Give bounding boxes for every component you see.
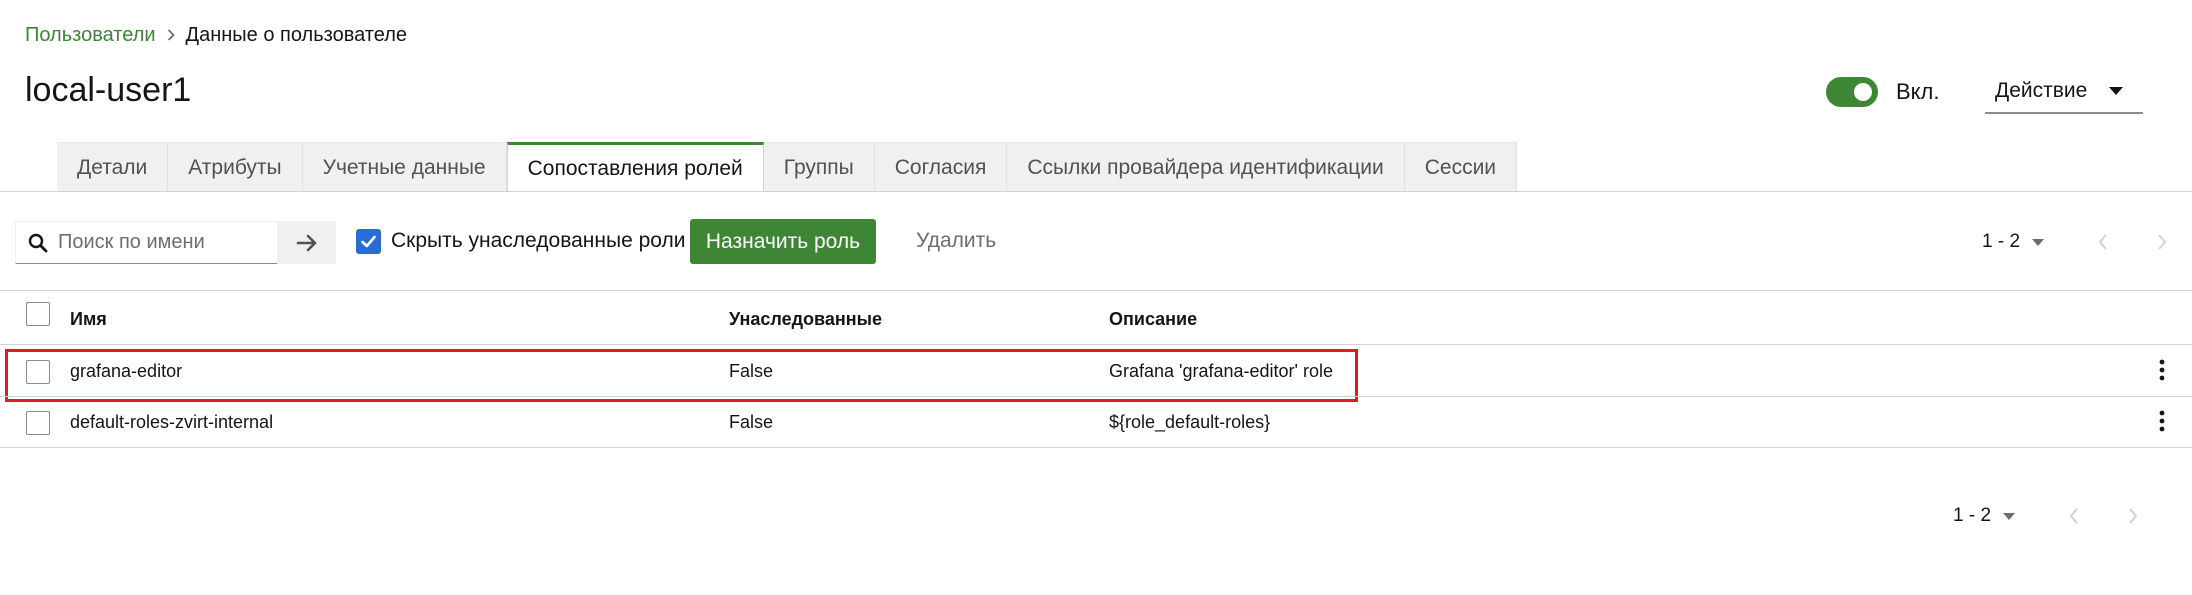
chevron-left-icon (2069, 508, 2078, 524)
tabs-divider (0, 191, 2192, 192)
tab-groups[interactable]: Группы (763, 142, 875, 192)
tab-role-mapping[interactable]: Сопоставления ролей (506, 142, 764, 192)
search-box (15, 221, 277, 264)
column-header-inherited[interactable]: Унаследованные (729, 309, 882, 330)
tab-identity-provider-links[interactable]: Ссылки провайдера идентификации (1007, 142, 1405, 192)
chevron-left-icon (2098, 234, 2107, 250)
chevron-right-icon (2129, 508, 2138, 524)
hide-inherited-checkbox[interactable] (356, 229, 381, 254)
pagination-next-button[interactable] (2152, 232, 2172, 252)
pagination-range: 1 - 2 (1953, 505, 1992, 526)
action-dropdown-label: Действие (1995, 79, 2088, 102)
tab-details[interactable]: Детали (57, 142, 169, 192)
role-description: ${role_default-roles} (1109, 412, 1271, 432)
pagination-bottom: 1 - 2 (1953, 504, 2153, 528)
row-actions-kebab-icon[interactable] (2150, 355, 2174, 385)
breadcrumb-link-users[interactable]: Пользователи (25, 24, 156, 47)
pagination-range-toggle[interactable]: 1 - 2 (1953, 505, 2016, 527)
tab-bar: Детали Атрибуты Учетные данные Сопоставл… (57, 142, 1518, 192)
arrow-right-icon (296, 234, 316, 251)
column-header-description[interactable]: Описание (1109, 309, 1197, 330)
page-title: local-user1 (25, 71, 192, 109)
enabled-label: Вкл. (1896, 79, 1940, 104)
search-input[interactable] (58, 231, 268, 254)
caret-down-icon (2032, 238, 2045, 246)
search-submit-button[interactable] (277, 221, 336, 264)
role-inherited: False (729, 412, 774, 432)
pagination-next-button[interactable] (2123, 506, 2143, 526)
row-divider (0, 396, 2192, 397)
header-divider (0, 344, 2192, 345)
chevron-right-icon (156, 21, 186, 49)
chevron-right-icon (2158, 234, 2167, 250)
tab-credentials[interactable]: Учетные данные (302, 142, 507, 192)
tab-consents[interactable]: Согласия (874, 142, 1008, 192)
caret-down-icon (2109, 87, 2123, 95)
tab-attributes[interactable]: Атрибуты (168, 142, 303, 192)
assign-role-button[interactable]: Назначить роль (690, 219, 876, 264)
check-icon (361, 235, 376, 248)
pagination-range-toggle[interactable]: 1 - 2 (1982, 231, 2045, 253)
pagination-top: 1 - 2 (1982, 230, 2182, 254)
table-top-border (0, 290, 2192, 291)
pagination-range: 1 - 2 (1982, 231, 2021, 252)
pagination-prev-button[interactable] (2093, 232, 2113, 252)
pagination-prev-button[interactable] (2064, 506, 2084, 526)
row-actions-kebab-icon[interactable] (2150, 406, 2174, 436)
caret-down-icon (2003, 512, 2016, 520)
breadcrumb: Пользователи Данные о пользователе (25, 21, 407, 49)
toggle-knob (1854, 83, 1872, 101)
highlight-box (5, 349, 1358, 402)
column-header-name[interactable]: Имя (70, 309, 107, 330)
enabled-toggle[interactable] (1826, 77, 1878, 107)
role-name: default-roles-zvirt-internal (70, 412, 274, 432)
delete-button[interactable]: Удалить (916, 228, 996, 254)
search-icon (28, 233, 48, 252)
row-divider (0, 447, 2192, 448)
breadcrumb-current: Данные о пользователе (185, 23, 407, 46)
select-all-checkbox[interactable] (26, 302, 50, 326)
action-dropdown[interactable]: Действие (1985, 70, 2143, 114)
hide-inherited-label: Скрыть унаследованные роли (391, 229, 686, 252)
row-checkbox[interactable] (26, 411, 50, 435)
tab-sessions[interactable]: Сессии (1404, 142, 1518, 192)
